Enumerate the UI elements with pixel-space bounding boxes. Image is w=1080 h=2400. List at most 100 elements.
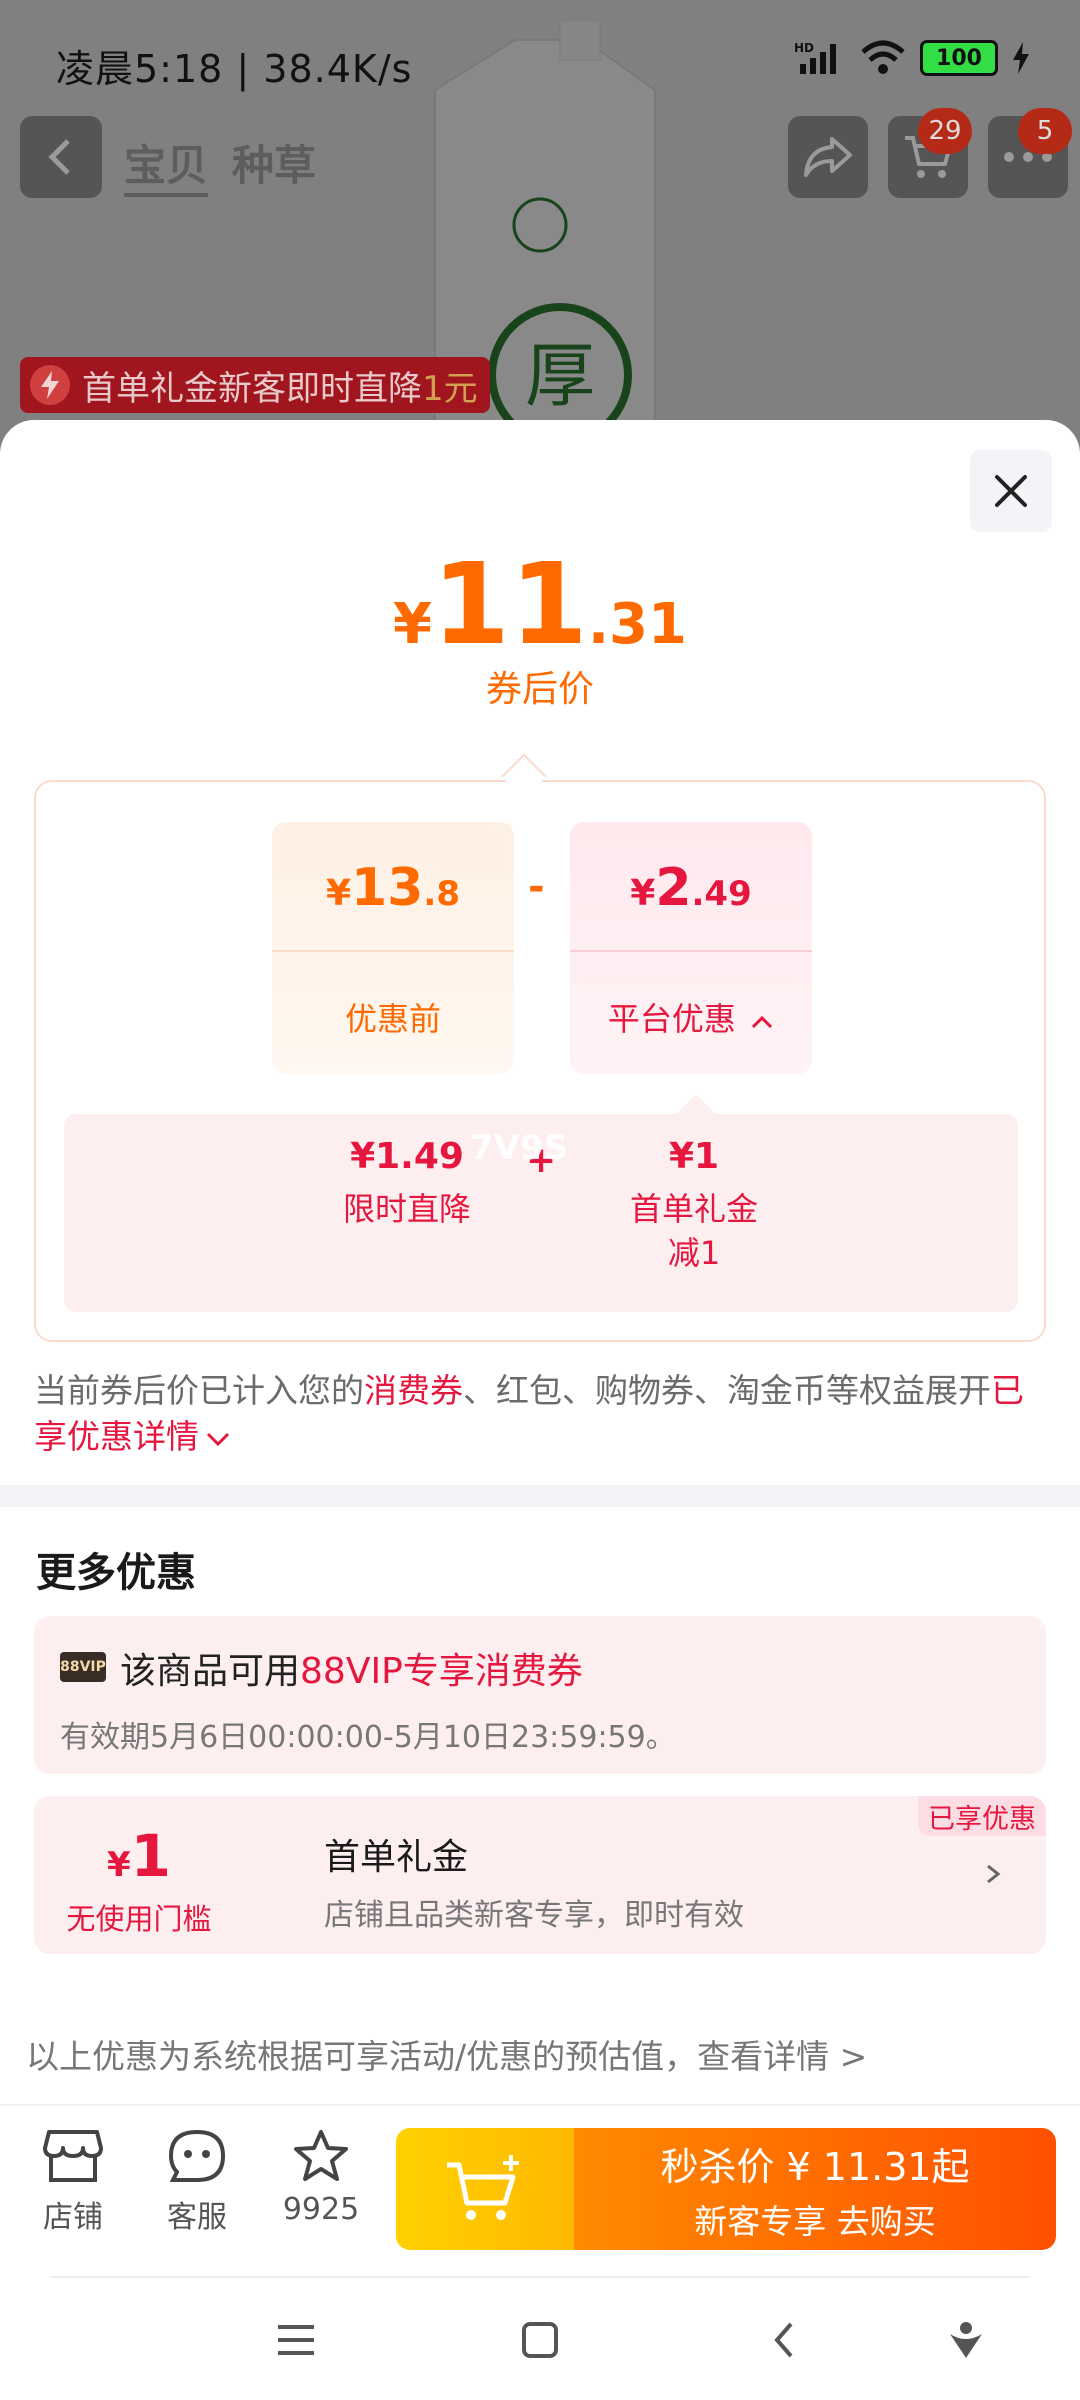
- promo-banner: 首单礼金新客即时直降1元: [20, 357, 490, 413]
- add-to-cart-icon: [447, 2155, 519, 2220]
- chevron-up-icon: [752, 1015, 773, 1029]
- tab-seeding[interactable]: 种草: [232, 132, 316, 197]
- vip-title-prefix: 该商品可用: [120, 1651, 301, 1692]
- enjoyed-tag: 已享优惠: [918, 1796, 1046, 1836]
- home-icon: [522, 2322, 558, 2358]
- favorite-count: 9925: [282, 2192, 360, 2227]
- coupon-amount: ¥1: [34, 1822, 244, 1890]
- coupon-subtitle: 店铺且品类新客专享，即时有效: [324, 1898, 744, 1933]
- more-offers-title: 更多优惠: [36, 1550, 196, 1596]
- card-divider: [272, 950, 514, 952]
- promo-text-main: 首单礼金新客即时直降: [82, 368, 422, 409]
- close-button[interactable]: [970, 450, 1052, 532]
- coupon-condition: 无使用门槛: [66, 1902, 212, 1936]
- first-order-gift-value: ¥1: [668, 1136, 720, 1177]
- status-time: 凌晨5:18 | 38.4K/s: [56, 47, 413, 91]
- lightning-icon: [30, 365, 70, 405]
- platform-discount-card[interactable]: ¥2.49 平台优惠: [570, 822, 812, 1074]
- platform-discount-currency: ¥: [630, 873, 656, 914]
- platform-discount-decimal: .49: [691, 874, 752, 914]
- consumption-coupon-link[interactable]: 消费券: [364, 1371, 463, 1410]
- platform-discount-label-text: 平台优惠: [607, 1000, 736, 1038]
- home-key[interactable]: [510, 2310, 570, 2370]
- final-price-integer: 11: [431, 540, 588, 670]
- platform-discount-label: 平台优惠: [570, 994, 812, 1040]
- card-divider: [570, 950, 812, 952]
- shop-button[interactable]: 店铺: [18, 2128, 128, 2236]
- nav-tabs: 宝贝 种草: [124, 132, 316, 197]
- coupon-currency: ¥: [106, 1845, 131, 1885]
- status-bar: 凌晨5:18 | 38.4K/s HD 100: [0, 0, 1080, 120]
- close-icon: [995, 475, 1027, 507]
- customer-service-label: 客服: [167, 2200, 227, 2235]
- more-button[interactable]: 5: [988, 108, 1072, 198]
- star-icon: [294, 2130, 348, 2181]
- charging-icon: [1013, 42, 1029, 74]
- seckill-buy-button[interactable]: 秒杀价 ¥ 11.31起 新客专享 去购买: [574, 2128, 1056, 2250]
- first-order-gift-label: 首单礼金 减1: [584, 1187, 804, 1275]
- signal-icon: HD: [794, 41, 836, 74]
- original-price-currency: ¥: [325, 873, 352, 914]
- price-note: 当前券后价已计入您的消费券、红包、购物券、淘金币等权益展开已享优惠详情: [34, 1368, 1044, 1460]
- coupon-amount-value: 1: [130, 1822, 172, 1890]
- share-icon: [804, 137, 852, 177]
- note-text-1: 当前券后价已计入您的: [34, 1371, 364, 1410]
- tab-product[interactable]: 宝贝: [124, 132, 209, 197]
- chevron-left-icon: [48, 139, 70, 175]
- product-top-nav: 宝贝 种草 29 5: [0, 108, 1080, 210]
- estimate-note-link[interactable]: 以上优惠为系统根据可享活动/优惠的预估值，查看详情 >: [26, 2030, 867, 2078]
- flash-cut-label: 限时直降: [342, 1190, 471, 1228]
- promo-text: 首单礼金新客即时直降1元: [82, 361, 478, 410]
- buy-subline: 新客专享 去购买: [694, 2201, 936, 2241]
- assistant-key[interactable]: [936, 2310, 996, 2370]
- nav-separator: [50, 2276, 1030, 2278]
- cart-badge: 29: [918, 108, 972, 154]
- note-text-2: 、红包、购物券、淘金币等权益展开: [463, 1371, 991, 1410]
- menu-key[interactable]: [266, 2310, 326, 2370]
- final-price-currency: ¥: [392, 592, 432, 657]
- vip-coupon-validity: 有效期5月6日00:00:00-5月10日23:59:59。: [60, 1720, 676, 1755]
- discount-detail-box: ¥1.49 限时直降 + ¥1 首单礼金 减1: [64, 1114, 1018, 1312]
- shop-label: 店铺: [43, 2200, 103, 2235]
- customer-service-icon: [168, 2129, 226, 2182]
- first-order-coupon-card[interactable]: ¥1 无使用门槛 首单礼金 店铺且品类新客专享，即时有效 已享优惠: [34, 1796, 1046, 1954]
- chevron-down-icon: [206, 1432, 230, 1447]
- status-icons: HD 100: [794, 40, 1030, 76]
- assistant-icon: [950, 2322, 982, 2358]
- first-order-gift-label-line1: 首单礼金: [629, 1190, 758, 1228]
- original-price-decimal: .8: [423, 874, 460, 914]
- platform-discount-integer: 2: [655, 858, 692, 918]
- back-icon: [774, 2322, 793, 2358]
- price-detail-sheet: ¥11.31 券后价 ¥13.8 优惠前 - ¥2.49 平台优惠 ¥1.49: [0, 420, 1080, 2400]
- favorite-button[interactable]: 9925: [266, 2128, 376, 2227]
- cart-button[interactable]: 29: [888, 108, 972, 198]
- back-key[interactable]: [754, 2310, 814, 2370]
- price-breakdown: ¥13.8 优惠前 - ¥2.49 平台优惠 ¥1.49 限时直降 + ¥1 首…: [34, 780, 1046, 1342]
- original-price-label: 优惠前: [344, 1000, 441, 1038]
- vip-badge-icon: 88VIP: [60, 1652, 106, 1682]
- flash-cut-value: ¥1.49: [350, 1136, 464, 1177]
- add-to-cart-button[interactable]: [396, 2128, 574, 2250]
- share-button[interactable]: [788, 116, 868, 198]
- buy-button[interactable]: 秒杀价 ¥ 11.31起 新客专享 去购买: [396, 2128, 1056, 2250]
- battery-icon: 100: [920, 40, 998, 76]
- bottom-action-bar: 店铺 客服 9925 秒杀价 ¥ 11.31起 新客专享 去购买: [0, 2104, 1080, 2264]
- final-price-label: 券后价: [485, 669, 594, 710]
- platform-discount: ¥2.49: [570, 858, 812, 918]
- original-price-card: ¥13.8 优惠前: [272, 822, 514, 1074]
- vip-coupon-title: 该商品可用88VIP专享消费券: [120, 1642, 583, 1694]
- customer-service-button[interactable]: 客服: [142, 2128, 252, 2236]
- section-separator: [0, 1485, 1080, 1507]
- wifi-icon: [861, 40, 905, 74]
- shop-icon: [43, 2130, 103, 2182]
- detail-item-flash-cut: ¥1.49 限时直降: [332, 1136, 482, 1231]
- vip-coupon-card[interactable]: 88VIP 该商品可用88VIP专享消费券 有效期5月6日00:00:00-5月…: [34, 1616, 1046, 1774]
- minus-operator: -: [528, 864, 545, 910]
- system-nav-bar: [0, 2276, 1080, 2400]
- vip-title-highlight: 88VIP专享消费券: [300, 1651, 583, 1692]
- original-price: ¥13.8: [272, 858, 514, 918]
- back-button[interactable]: [20, 116, 102, 198]
- final-price: ¥11.31: [0, 540, 1080, 670]
- final-price-decimal: .31: [587, 592, 688, 657]
- original-price-integer: 13: [351, 858, 424, 918]
